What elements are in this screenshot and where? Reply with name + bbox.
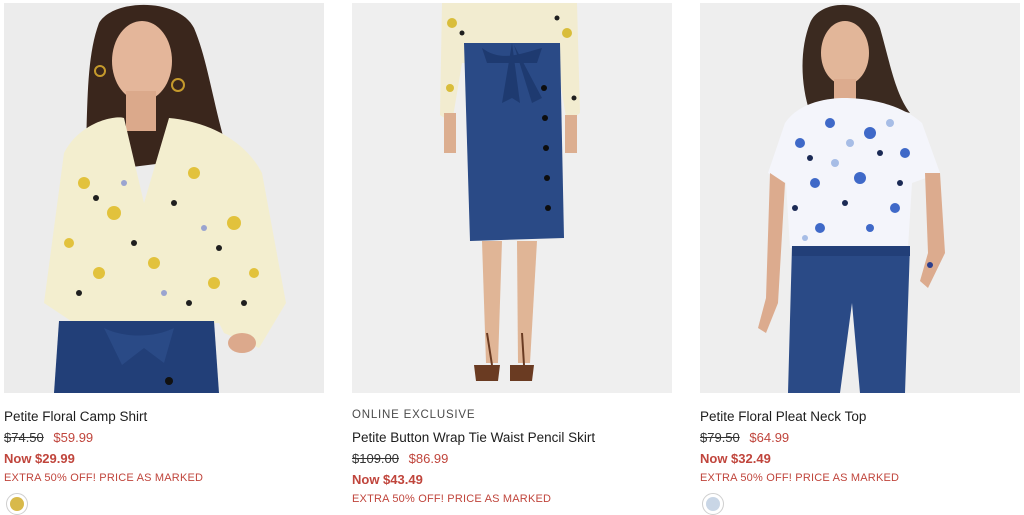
sale-price: $86.99 bbox=[408, 451, 449, 466]
product-card[interactable]: ONLINE EXCLUSIVE Petite Button Wrap Tie … bbox=[352, 3, 672, 508]
sale-price: $64.99 bbox=[749, 430, 790, 445]
color-swatch[interactable] bbox=[702, 493, 724, 515]
price-row: $79.50 $64.99 bbox=[700, 427, 1020, 448]
product-grid: Petite Floral Camp Shirt $74.50 $59.99 N… bbox=[0, 0, 1024, 515]
product-tag: ONLINE EXCLUSIVE bbox=[352, 409, 476, 421]
promo-text: EXTRA 50% OFF! PRICE AS MARKED bbox=[700, 472, 900, 484]
original-price: $109.00 bbox=[352, 451, 399, 466]
product-card[interactable]: Petite Floral Camp Shirt $74.50 $59.99 N… bbox=[4, 3, 324, 515]
product-name[interactable]: Petite Floral Camp Shirt bbox=[4, 406, 324, 427]
swatch-color bbox=[10, 497, 24, 511]
product-name[interactable]: Petite Button Wrap Tie Waist Pencil Skir… bbox=[352, 427, 672, 448]
product-image[interactable] bbox=[700, 3, 1020, 393]
swatch-color bbox=[706, 497, 720, 511]
price-row: $109.00 $86.99 bbox=[352, 448, 672, 469]
product-card[interactable]: Petite Floral Pleat Neck Top $79.50 $64.… bbox=[700, 3, 1020, 515]
now-price: Now $32.49 bbox=[700, 451, 771, 466]
product-name[interactable]: Petite Floral Pleat Neck Top bbox=[700, 406, 1020, 427]
product-image[interactable] bbox=[4, 3, 324, 393]
price-row: $74.50 $59.99 bbox=[4, 427, 324, 448]
now-price: Now $29.99 bbox=[4, 451, 75, 466]
promo-text: EXTRA 50% OFF! PRICE AS MARKED bbox=[4, 472, 204, 484]
now-price: Now $43.49 bbox=[352, 472, 423, 487]
product-image[interactable] bbox=[352, 3, 672, 393]
original-price: $74.50 bbox=[4, 430, 44, 445]
color-swatch[interactable] bbox=[6, 493, 28, 515]
sale-price: $59.99 bbox=[53, 430, 94, 445]
promo-text: EXTRA 50% OFF! PRICE AS MARKED bbox=[352, 493, 552, 505]
original-price: $79.50 bbox=[700, 430, 740, 445]
